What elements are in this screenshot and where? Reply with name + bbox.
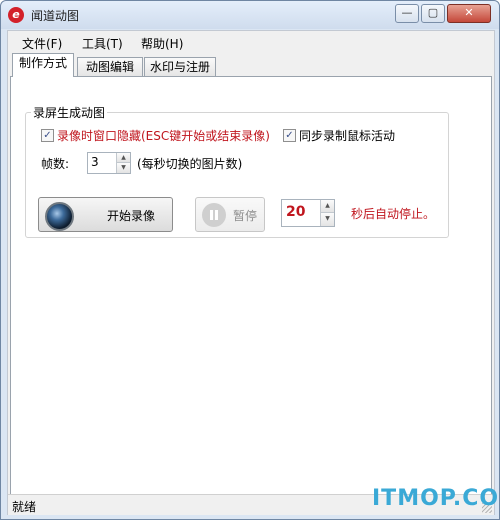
auto-stop-stepper[interactable]: 20 ▲ ▼ [281, 199, 335, 227]
group-title: 录屏生成动图 [31, 104, 108, 121]
auto-stop-spin-buttons: ▲ ▼ [320, 200, 334, 226]
maximize-button[interactable]: ▢ [421, 4, 445, 23]
frames-label: 帧数: [41, 157, 70, 171]
camera-lens-icon [45, 202, 74, 231]
window-title: 闻道动图 [31, 9, 80, 23]
pause-label: 暂停 [233, 209, 258, 223]
menu-help[interactable]: 帮助(H) [141, 35, 183, 52]
hide-window-checkbox[interactable]: ✓ [41, 129, 54, 142]
tab-panel: 录屏生成动图 ✓ 录像时窗口隐藏(ESC键开始或结束录像) ✓ 同步录制鼠标活动… [10, 76, 492, 498]
site-watermark: ITMOP.COM [372, 486, 500, 511]
minimize-button[interactable]: — [395, 4, 419, 23]
tab-production-method[interactable]: 制作方式 [12, 53, 74, 77]
app-logo-icon: e [8, 7, 24, 23]
tab-watermark-register[interactable]: 水印与注册 [144, 57, 216, 76]
menu-tools[interactable]: 工具(T) [82, 35, 123, 52]
hide-window-label[interactable]: 录像时窗口隐藏(ESC键开始或结束录像) [57, 127, 270, 144]
client-area: 文件(F) 工具(T) 帮助(H) 制作方式 动图编辑 水印与注册 录屏生成动图… [7, 30, 495, 515]
pause-button[interactable]: 暂停 [195, 197, 265, 232]
app-window: e 闻道动图 — ▢ ✕ 文件(F) 工具(T) 帮助(H) 制作方式 动图编辑… [0, 0, 500, 520]
menu-file[interactable]: 文件(F) [22, 35, 62, 52]
start-recording-label: 开始录像 [107, 209, 156, 223]
menu-bar: 文件(F) 工具(T) 帮助(H) [8, 31, 494, 53]
auto-stop-value[interactable]: 20 [286, 204, 305, 220]
title-bar[interactable]: e 闻道动图 — ▢ ✕ [1, 1, 499, 29]
pause-icon [202, 203, 226, 227]
increment-arrow-icon[interactable]: ▲ [321, 200, 334, 213]
frames-hint: (每秒切换的图片数) [137, 157, 243, 171]
frames-value[interactable]: 3 [91, 155, 99, 169]
frames-stepper[interactable]: 3 ▲ ▼ [87, 152, 131, 174]
decrement-arrow-icon[interactable]: ▼ [321, 213, 334, 226]
close-button[interactable]: ✕ [447, 4, 491, 23]
frames-spin-buttons: ▲ ▼ [116, 153, 130, 173]
increment-arrow-icon[interactable]: ▲ [117, 153, 130, 163]
tab-gif-edit[interactable]: 动图编辑 [77, 57, 143, 76]
decrement-arrow-icon[interactable]: ▼ [117, 163, 130, 173]
sync-mouse-label[interactable]: 同步录制鼠标活动 [299, 127, 395, 144]
sync-mouse-checkbox[interactable]: ✓ [283, 129, 296, 142]
status-text: 就绪 [12, 500, 37, 514]
auto-stop-suffix: 秒后自动停止。 [351, 207, 436, 221]
start-recording-button[interactable]: 开始录像 [38, 197, 173, 232]
